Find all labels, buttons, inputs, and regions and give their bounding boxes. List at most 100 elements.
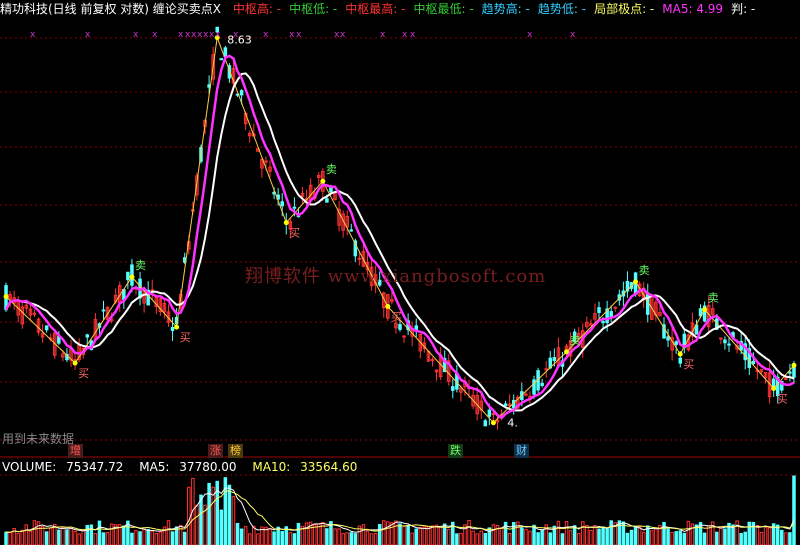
candle-body — [751, 360, 756, 364]
volume-bar — [682, 532, 687, 545]
volume-bar — [678, 530, 683, 545]
candle-body — [552, 357, 557, 361]
volume-bar — [666, 528, 670, 545]
bottom-tag: 增 — [68, 444, 83, 458]
candle-body — [540, 382, 544, 386]
volume-bar — [93, 533, 98, 545]
volume-header: VOLUME: 75347.72 MA5: 37780.00 MA10: 335… — [2, 459, 369, 475]
volume-bar — [187, 486, 191, 545]
volume-bar — [61, 527, 65, 545]
volume-bar — [243, 526, 248, 545]
volume-bar — [386, 521, 390, 545]
volume-bar — [57, 529, 61, 545]
header-item: 中枢低: - — [289, 2, 338, 16]
header-indicators: 中枢高: - 中枢低: - 中枢最高: - 中枢最低: - 趋势高: - 趋势低: - 局部… — [233, 2, 763, 16]
volume-bar — [231, 496, 236, 545]
volume-bar — [743, 531, 747, 545]
volume-bar — [690, 523, 695, 545]
top-x-marker: x — [380, 30, 386, 40]
volume-bar — [130, 532, 134, 545]
moving-averages — [4, 54, 795, 420]
volume-bar — [406, 524, 410, 545]
buy-signal: 买 — [289, 227, 300, 240]
volume-bar — [524, 528, 528, 545]
volume-bar — [252, 525, 256, 545]
volume-bar — [341, 533, 345, 545]
volume-bar — [641, 531, 646, 545]
candle-body — [264, 160, 268, 163]
candle-body — [349, 229, 354, 232]
volume-bar — [719, 527, 723, 545]
volume-bar — [560, 533, 565, 545]
volume-bar — [548, 532, 553, 545]
volume-bar — [775, 524, 780, 545]
header-item: 趋势高: - — [481, 2, 530, 16]
header-item: 中枢高: - — [232, 2, 282, 16]
volume-bar — [337, 528, 341, 545]
volume-bar — [674, 531, 678, 545]
volume-bar — [434, 524, 439, 545]
volume-bar — [69, 528, 73, 545]
volume-bar — [170, 531, 175, 545]
volume-bar — [333, 528, 337, 545]
bottom-tag: 涨 — [208, 444, 223, 458]
low-label: 4. — [507, 417, 518, 430]
volume-bar — [272, 531, 276, 545]
volume-bar — [479, 530, 483, 545]
volume-bar — [780, 529, 784, 545]
volume-bar — [4, 531, 8, 545]
sell-signal: 卖 — [639, 264, 650, 277]
volume-bar — [755, 525, 760, 545]
zigzag-point — [490, 420, 496, 426]
zigzag-point — [3, 293, 9, 299]
volume-bar — [491, 524, 496, 545]
volume-bar — [625, 532, 630, 545]
volume-bar — [97, 520, 102, 545]
volume-bar — [369, 533, 374, 545]
zigzag-point — [174, 324, 180, 330]
volume-bar — [446, 528, 451, 545]
zigzag-point — [320, 178, 326, 184]
volume-bar — [381, 520, 386, 545]
zigzag-line — [5, 37, 795, 424]
volume-bar — [77, 533, 81, 545]
volume-bar — [723, 528, 727, 545]
header: 精功科技(日线 前复权 对数) 缠论买卖点X 中枢高: - 中枢低: - 中枢最高:… — [0, 0, 771, 18]
candle-body — [487, 409, 492, 417]
candle-body — [613, 306, 618, 309]
volume-bar — [235, 522, 240, 545]
candle-body — [601, 321, 605, 324]
volume-bar — [536, 532, 540, 545]
volume-bar — [345, 532, 349, 545]
bottom-tag: 财 — [514, 444, 529, 458]
volume-bar — [256, 533, 260, 545]
volume-bar — [32, 520, 37, 545]
sell-signal: 卖 — [135, 259, 146, 272]
ma-white-line — [5, 72, 795, 412]
top-x-marker: x — [85, 30, 91, 40]
volume-bar — [739, 532, 743, 545]
volume-bar — [792, 475, 796, 545]
volume-bar — [686, 520, 691, 545]
chart-title: 精功科技(日线 前复权 对数) 缠论买卖点X — [0, 2, 222, 16]
volume-bar — [73, 530, 77, 545]
sell-signal: 卖 — [708, 292, 719, 305]
volume-bar — [475, 533, 479, 545]
volume-bar — [134, 530, 138, 545]
chart-grid — [0, 37, 800, 476]
volume-bar — [227, 484, 232, 545]
volume-bar — [572, 525, 577, 545]
volume-bar — [585, 524, 589, 545]
candle-body — [170, 326, 175, 331]
buy-signal: 买 — [391, 310, 402, 323]
candle-body — [483, 420, 488, 427]
volume-bar — [296, 522, 301, 545]
volume-bar — [138, 531, 142, 545]
volume-bar — [28, 530, 33, 545]
volume-bar — [471, 530, 475, 545]
volume-bar — [394, 520, 398, 545]
candle-body — [451, 386, 455, 391]
candle-body — [430, 358, 435, 361]
volume-bar — [24, 524, 29, 545]
volume-bar — [520, 527, 524, 545]
